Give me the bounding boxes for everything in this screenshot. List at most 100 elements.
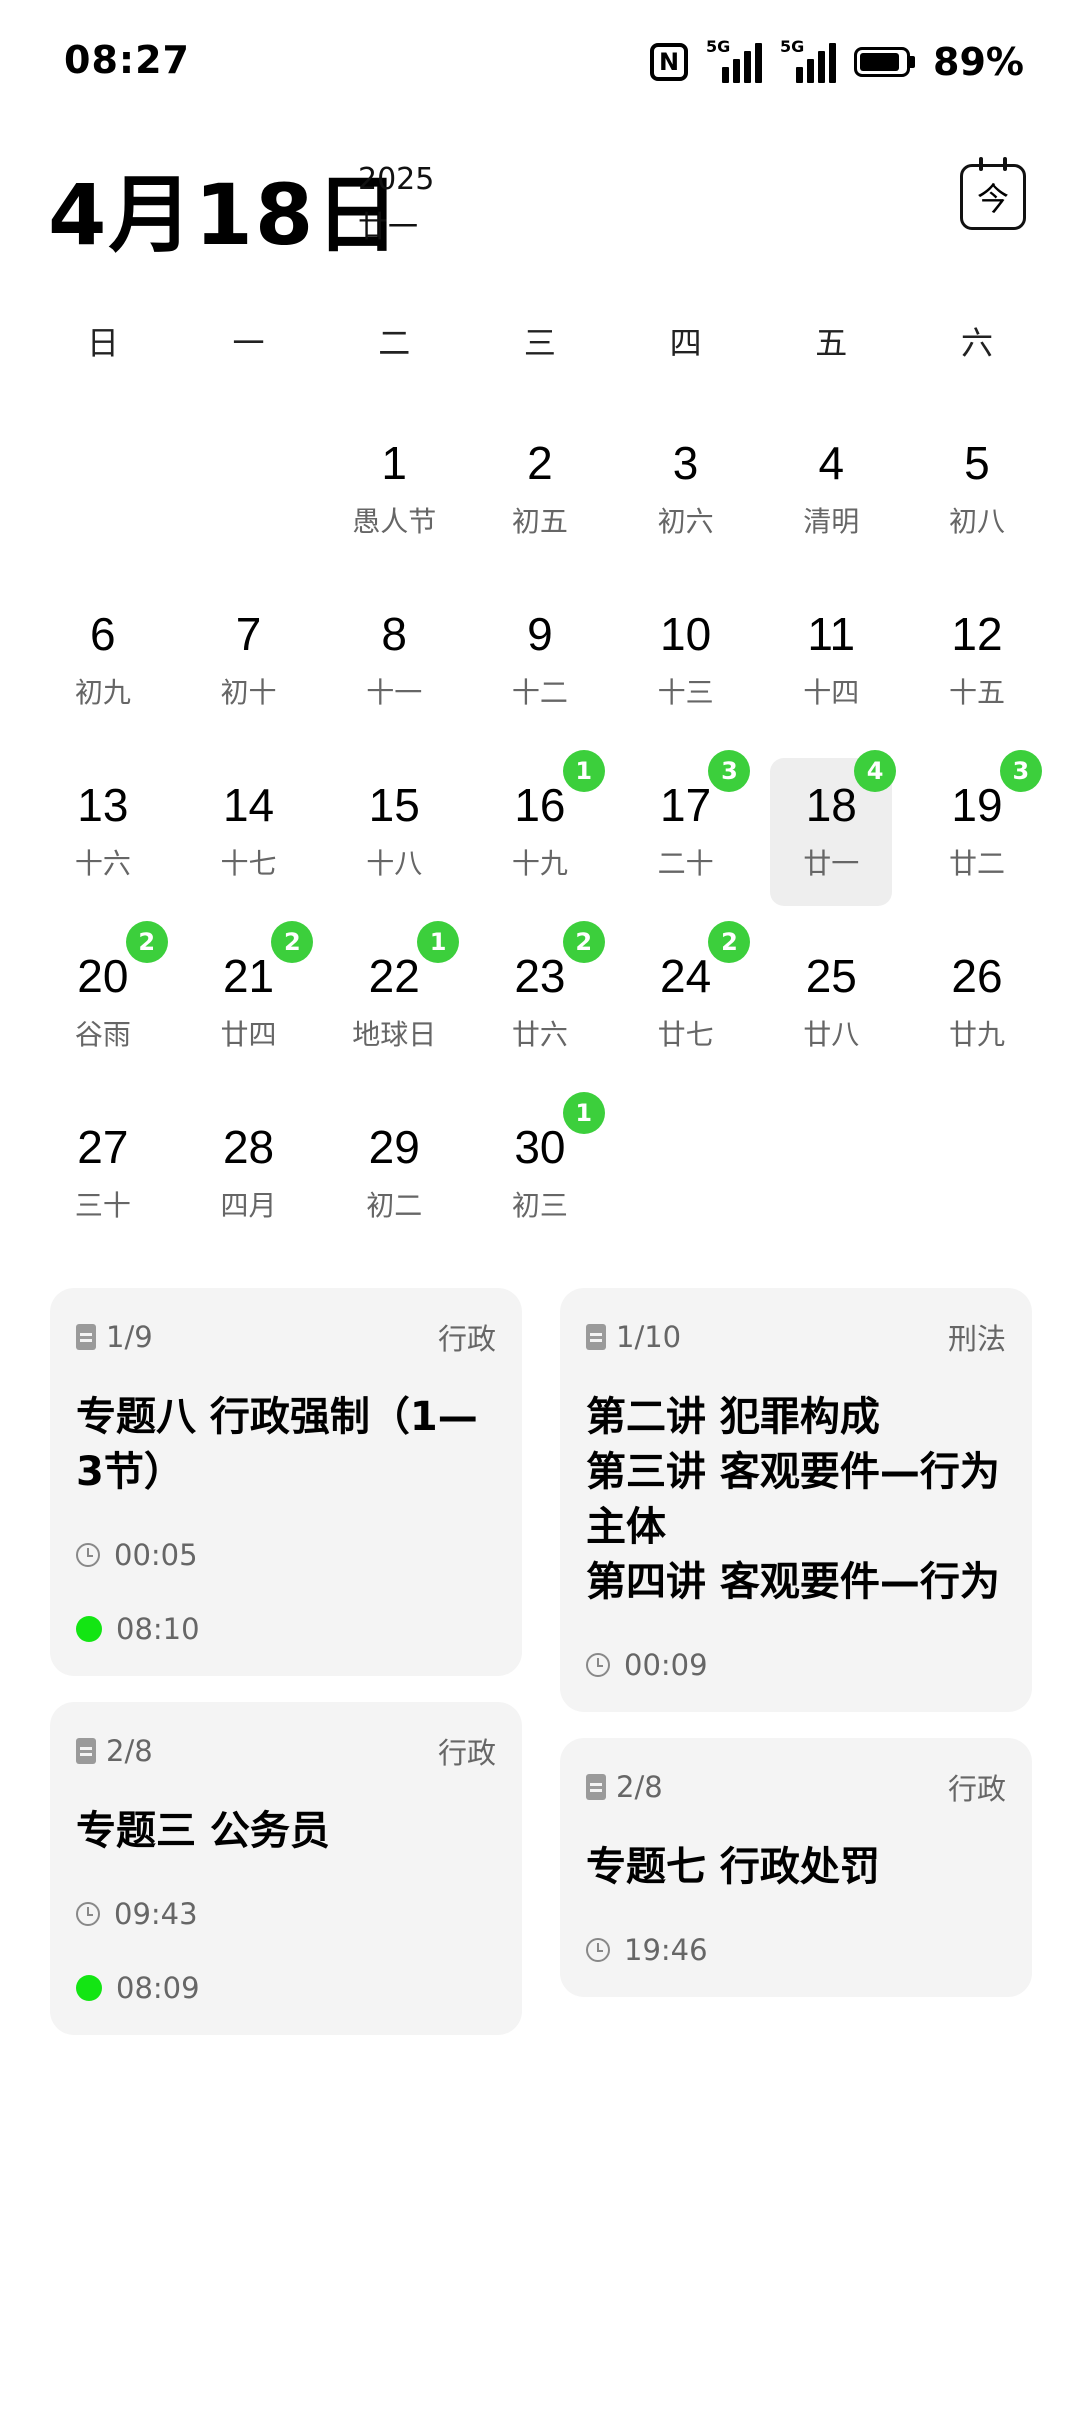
day-cell[interactable]: 14 十七 xyxy=(176,750,322,921)
card-category: 行政 xyxy=(437,1736,496,1770)
today-button[interactable]: 今 xyxy=(960,157,1026,230)
document-icon xyxy=(586,1324,606,1350)
day-cell[interactable]: 24 廿七 2 xyxy=(613,921,759,1092)
signal-icon-sim1: 5G xyxy=(706,37,763,83)
day-cell[interactable]: 21 廿四 2 xyxy=(176,921,322,1092)
card-category: 行政 xyxy=(947,1772,1006,1806)
day-lunar-label: 十九 xyxy=(511,847,568,880)
battery-icon xyxy=(854,47,916,77)
day-cell[interactable]: 7 初十 xyxy=(176,579,322,750)
nfc-icon: N xyxy=(650,43,689,81)
day-lunar-label: 廿九 xyxy=(948,1018,1005,1051)
day-cell[interactable]: 11 十四 xyxy=(758,579,904,750)
day-lunar-label: 初九 xyxy=(74,676,131,709)
card-progress: 1/9 xyxy=(106,1320,153,1354)
day-cell[interactable]: 15 十八 xyxy=(321,750,467,921)
day-cell[interactable]: 6 初九 xyxy=(30,579,176,750)
day-cell[interactable]: 22 地球日 1 xyxy=(321,921,467,1092)
card-duration-row: 09:43 xyxy=(76,1897,496,1931)
day-number: 14 xyxy=(222,779,275,831)
card-duration-row: 19:46 xyxy=(586,1933,1006,1967)
day-lunar-label: 廿七 xyxy=(657,1018,714,1051)
card-duration: 00:09 xyxy=(624,1648,708,1682)
card-column-left: 1/9 行政 专题八 行政强制（1—3节） 00:05 08:10 2/8 行政 专题三 公务… xyxy=(50,1288,522,2035)
day-cell[interactable]: 10 十三 xyxy=(613,579,759,750)
task-card[interactable]: 2/8 行政 专题三 公务员 09:43 08:09 xyxy=(50,1702,522,2035)
day-number: 2 xyxy=(527,437,553,489)
day-lunar-label: 十二 xyxy=(511,676,568,709)
card-title: 专题三 公务员 xyxy=(76,1808,330,1854)
day-lunar-label: 十七 xyxy=(220,847,277,880)
day-cell[interactable]: 16 十九 1 xyxy=(467,750,613,921)
day-lunar-label: 廿四 xyxy=(220,1018,277,1051)
day-lunar-label: 廿六 xyxy=(511,1018,568,1051)
day-cell[interactable]: 29 初二 xyxy=(321,1092,467,1263)
card-duration-row: 00:09 xyxy=(586,1648,1006,1682)
day-cell[interactable]: 26 廿九 xyxy=(904,921,1050,1092)
card-time-row: 08:09 xyxy=(76,1971,496,2005)
card-column-right: 1/10 刑法 第二讲 犯罪构成 第三讲 客观要件—行为主体 第四讲 客观要件—行为… xyxy=(560,1288,1032,1997)
day-lunar-label: 廿二 xyxy=(948,847,1005,880)
day-cell[interactable]: 9 十二 xyxy=(467,579,613,750)
day-cell[interactable]: 30 初三 1 xyxy=(467,1092,613,1263)
card-duration: 19:46 xyxy=(624,1933,708,1967)
day-cell[interactable]: 5 初八 xyxy=(904,408,1050,579)
day-cell[interactable]: 8 十一 xyxy=(321,579,467,750)
weekday-label: 二 xyxy=(378,324,411,362)
clock-icon xyxy=(76,1902,100,1926)
day-number: 15 xyxy=(368,779,420,831)
day-lunar-label: 十三 xyxy=(657,676,714,709)
card-time: 08:10 xyxy=(116,1612,200,1646)
task-card[interactable]: 1/10 刑法 第二讲 犯罪构成 第三讲 客观要件—行为主体 第四讲 客观要件—行为… xyxy=(560,1288,1032,1712)
day-cell[interactable]: 25 廿八 xyxy=(758,921,904,1092)
day-lunar-label: 三十 xyxy=(74,1189,131,1222)
card-duration: 00:05 xyxy=(114,1538,198,1572)
status-time: 08:27 xyxy=(64,38,190,82)
day-number: 8 xyxy=(381,608,408,660)
day-cell[interactable]: 12 十五 xyxy=(904,579,1050,750)
day-cell[interactable]: 18 廿一 4 xyxy=(758,750,904,921)
day-lunar-label: 初八 xyxy=(948,505,1005,538)
day-cell[interactable]: 20 谷雨 2 xyxy=(30,921,176,1092)
signal-icon-sim2: 5G xyxy=(780,37,837,83)
weekday-label: 日 xyxy=(86,324,119,362)
day-cell[interactable]: 1 愚人节 xyxy=(321,408,467,579)
card-title: 专题七 行政处罚 xyxy=(586,1844,880,1890)
day-number: 11 xyxy=(807,608,856,660)
weekday-label: 一 xyxy=(232,324,265,362)
task-card[interactable]: 1/9 行政 专题八 行政强制（1—3节） 00:05 08:10 xyxy=(50,1288,522,1676)
day-lunar-label: 谷雨 xyxy=(74,1018,131,1051)
event-count-badge: 1 xyxy=(417,921,460,963)
day-lunar-label: 十五 xyxy=(948,676,1005,709)
current-date: 4月18日 xyxy=(48,166,402,264)
empty-day-cell xyxy=(176,408,322,579)
day-cell[interactable]: 28 四月 xyxy=(176,1092,322,1263)
weekday-label: 三 xyxy=(523,324,556,362)
day-cell[interactable]: 19 廿二 3 xyxy=(904,750,1050,921)
day-number: 4 xyxy=(818,437,845,489)
day-cell[interactable]: 13 十六 xyxy=(30,750,176,921)
day-number: 28 xyxy=(222,1121,275,1173)
day-cell[interactable]: 17 二十 3 xyxy=(613,750,759,921)
card-progress: 1/10 xyxy=(616,1320,682,1354)
task-card[interactable]: 2/8 行政 专题七 行政处罚 19:46 xyxy=(560,1738,1032,1997)
event-count-badge: 1 xyxy=(562,1092,605,1134)
day-number: 6 xyxy=(90,608,116,660)
card-category: 行政 xyxy=(437,1322,496,1356)
day-cell[interactable]: 27 三十 xyxy=(30,1092,176,1263)
card-header: 1/9 行政 xyxy=(76,1316,496,1358)
day-lunar-label: 初十 xyxy=(220,676,277,709)
day-cell[interactable]: 4 清明 xyxy=(758,408,904,579)
day-cell[interactable]: 3 初六 xyxy=(613,408,759,579)
day-number: 5 xyxy=(964,437,990,489)
green-dot-icon xyxy=(76,1616,102,1642)
document-icon xyxy=(586,1774,606,1800)
event-count-badge: 4 xyxy=(854,750,897,792)
day-cell[interactable]: 23 廿六 2 xyxy=(467,921,613,1092)
card-duration: 09:43 xyxy=(114,1897,198,1931)
day-lunar-label: 二十 xyxy=(657,847,714,880)
day-lunar-label: 十八 xyxy=(366,847,423,880)
day-number: 7 xyxy=(235,608,262,660)
event-count-badge: 3 xyxy=(999,750,1042,792)
day-cell[interactable]: 2 初五 xyxy=(467,408,613,579)
